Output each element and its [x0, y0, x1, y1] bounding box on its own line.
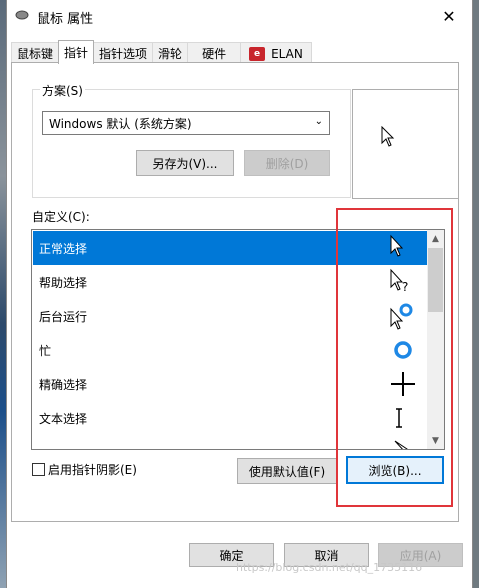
window-title: 鼠标 属性 — [37, 12, 94, 27]
tab-buttons[interactable]: 鼠标键 — [11, 42, 60, 64]
tab-elan[interactable]: e ELAN — [240, 42, 312, 64]
cursor-preview — [352, 89, 459, 199]
pointer-shadow-checkbox[interactable]: 启用指针阴影(E) — [32, 461, 137, 478]
tab-pointer-options[interactable]: 指针选项 — [93, 42, 154, 64]
elan-logo-icon: e — [249, 46, 266, 61]
mouse-icon — [15, 10, 29, 20]
tab-pointers[interactable]: 指针 — [58, 40, 95, 64]
scheme-group — [32, 89, 351, 198]
chevron-down-icon: ⌄ — [314, 116, 323, 127]
save-as-button[interactable]: 另存为(V)... — [136, 150, 234, 176]
arrow-cursor-icon — [381, 126, 395, 147]
scheme-select[interactable]: Windows 默认 (系统方案) ⌄ — [42, 111, 330, 135]
tab-hardware[interactable]: 硬件 — [187, 42, 242, 64]
customize-label: 自定义(C): — [32, 208, 90, 225]
title-bar: 鼠标 属性 ✕ — [7, 0, 472, 32]
use-default-button[interactable]: 使用默认值(F) — [237, 458, 337, 484]
close-icon: ✕ — [442, 6, 456, 26]
tab-strip: 鼠标键 指针 指针选项 滑轮 硬件 e ELAN — [11, 40, 312, 64]
highlight-annotation — [336, 208, 453, 507]
delete-button[interactable]: 删除(D) — [244, 150, 330, 176]
close-button[interactable]: ✕ — [426, 0, 472, 32]
checkbox-box[interactable] — [32, 463, 45, 476]
scheme-label: 方案(S) — [40, 82, 85, 99]
tab-wheel[interactable]: 滑轮 — [152, 42, 189, 64]
watermark: https://blog.csdn.net/qq_1735116 — [236, 561, 423, 574]
